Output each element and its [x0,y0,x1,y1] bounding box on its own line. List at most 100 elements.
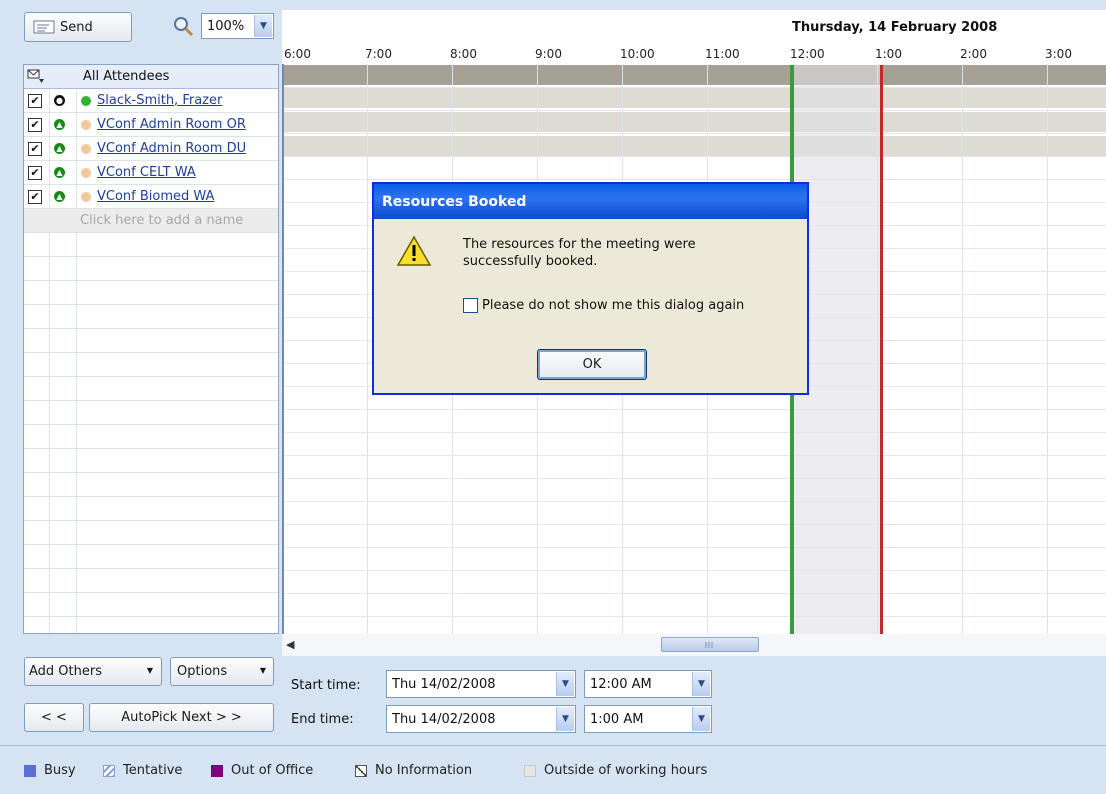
hour-gridline [1047,64,1048,634]
empty-attendee-row[interactable] [24,521,278,545]
row-gridline [282,455,1106,456]
empty-attendee-row[interactable] [24,545,278,569]
envelope-sort-icon[interactable] [27,68,45,88]
empty-attendee-row[interactable] [24,281,278,305]
ok-button[interactable]: OK [537,349,647,380]
row-gridline [282,110,1106,111]
attendee-checkbox[interactable]: ✔ [28,142,42,156]
autopick-previous-button[interactable]: < < [24,703,84,732]
organizer-icon[interactable]: ● [54,95,65,106]
dont-show-again-option[interactable]: Please do not show me this dialog again [463,298,744,313]
hour-gridline [962,64,963,634]
empty-attendee-row[interactable] [24,425,278,449]
add-attendee-placeholder[interactable]: Click here to add a name [80,213,243,228]
required-attendee-icon[interactable]: ▲ [54,143,65,154]
options-label: Options [177,664,228,679]
attendee-name[interactable]: VConf CELT WA [97,165,196,180]
zoom-icon[interactable] [172,15,196,39]
attendee-checkbox[interactable]: ✔ [28,94,42,108]
chevron-down-icon[interactable]: ▼ [556,707,574,731]
attendee-row[interactable]: ✔ ▲ VConf CELT WA [24,161,278,185]
empty-attendee-row[interactable] [24,473,278,497]
chevron-down-icon[interactable]: ▼ [254,15,272,37]
row-gridline [282,432,1106,433]
attendee-row[interactable]: ✔ ▲ VConf Admin Room OR [24,113,278,137]
attendee-checkbox[interactable]: ✔ [28,190,42,204]
dont-show-again-checkbox[interactable] [463,298,478,313]
empty-attendee-row[interactable] [24,449,278,473]
autopick-next-button[interactable]: AutoPick Next > > [89,703,274,732]
required-attendee-icon[interactable]: ▲ [54,191,65,202]
hour-label: 12:00 [790,47,825,61]
all-attendees-header: All Attendees [83,69,170,84]
horizontal-scrollbar[interactable]: ◀ [282,634,1106,656]
options-button[interactable]: Options ▼ [170,657,274,686]
start-time-label: Start time: [291,678,361,693]
autopick-previous-label: < < [41,710,67,725]
attendee-checkbox[interactable]: ✔ [28,166,42,180]
hour-gridline [367,64,368,634]
end-time-label: End time: [291,712,354,727]
presence-status-icon [81,120,91,130]
attendee-name[interactable]: VConf Admin Room DU [97,141,246,156]
resources-booked-dialog: Resources Booked The resources for the m… [372,182,809,395]
empty-attendee-row[interactable] [24,617,278,633]
empty-attendee-row[interactable] [24,257,278,281]
row-gridline [282,501,1106,502]
chevron-down-icon[interactable]: ▼ [556,672,574,696]
send-button[interactable]: Send [24,12,132,42]
empty-attendee-row[interactable] [24,377,278,401]
required-attendee-icon[interactable]: ▲ [54,167,65,178]
legend-tentative-label: Tentative [123,763,183,778]
chevron-down-icon[interactable]: ▼ [692,707,710,731]
attendee-name[interactable]: VConf Admin Room OR [97,117,246,132]
hour-label: 9:00 [535,47,562,61]
ok-button-label: OK [582,357,602,372]
attendee-name[interactable]: Slack-Smith, Frazer [97,93,222,108]
required-attendee-icon[interactable]: ▲ [54,119,65,130]
hour-label: 7:00 [365,47,392,61]
scrollbar-thumb[interactable] [661,637,759,652]
legend-out-of-office-label: Out of Office [231,763,314,778]
hour-label: 6:00 [284,47,311,61]
hour-label: 11:00 [705,47,740,61]
end-time-picker[interactable]: 1:00 AM ▼ [584,705,712,733]
empty-attendee-row[interactable] [24,497,278,521]
row-gridline [282,156,1106,157]
row-gridline [282,616,1106,617]
freebusy-row [282,112,1106,132]
attendee-name[interactable]: VConf Biomed WA [97,189,214,204]
chevron-down-icon[interactable]: ▼ [692,672,710,696]
add-attendee-row[interactable]: Click here to add a name [24,209,278,233]
empty-attendee-row[interactable] [24,305,278,329]
end-date-value: Thu 14/02/2008 [392,711,496,727]
add-others-button[interactable]: Add Others ▼ [24,657,162,686]
end-date-picker[interactable]: Thu 14/02/2008 ▼ [386,705,576,733]
envelope-icon [33,20,55,34]
hour-label: 3:00 [1045,47,1072,61]
hour-label: 8:00 [450,47,477,61]
meeting-end-line[interactable] [880,65,883,634]
row-gridline [282,133,1106,134]
scroll-left-icon[interactable]: ◀ [286,638,294,651]
chevron-down-icon: ▼ [259,666,266,675]
empty-attendee-row[interactable] [24,569,278,593]
legend-busy: Busy [24,763,76,778]
zoom-select[interactable]: 100% ▼ [201,13,274,39]
empty-attendee-row[interactable] [24,401,278,425]
start-time-picker[interactable]: 12:00 AM ▼ [584,670,712,698]
attendee-row[interactable]: ✔ ● Slack-Smith, Frazer [24,89,278,113]
attendee-checkbox[interactable]: ✔ [28,118,42,132]
outside-hours-swatch [524,764,536,777]
row-gridline [282,478,1106,479]
start-date-picker[interactable]: Thu 14/02/2008 ▼ [386,670,576,698]
attendee-row[interactable]: ✔ ▲ VConf Biomed WA [24,185,278,209]
hour-label: 1:00 [875,47,902,61]
row-gridline [282,409,1106,410]
empty-attendee-row[interactable] [24,233,278,257]
row-gridline [282,570,1106,571]
attendee-row[interactable]: ✔ ▲ VConf Admin Room DU [24,137,278,161]
empty-attendee-row[interactable] [24,353,278,377]
empty-attendee-row[interactable] [24,329,278,353]
empty-attendee-row[interactable] [24,593,278,617]
